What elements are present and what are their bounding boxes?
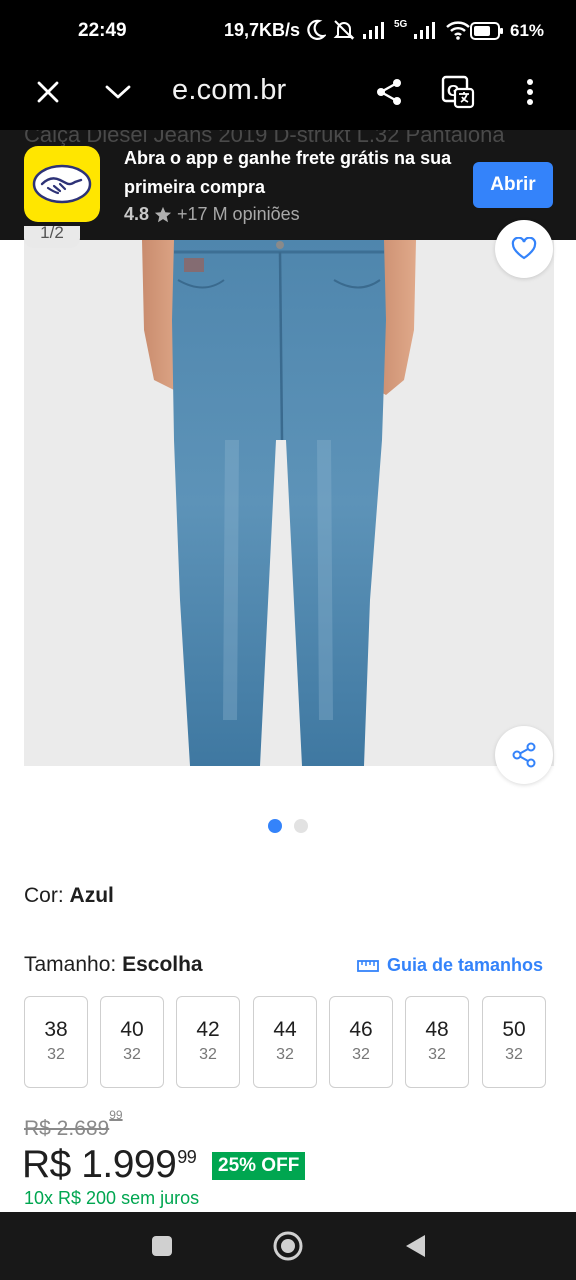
carousel-dot-1[interactable] — [268, 819, 282, 833]
size-guide-label: Guia de tamanhos — [387, 955, 544, 975]
close-icon — [37, 81, 59, 103]
translate-button[interactable]: G — [440, 74, 476, 110]
battery: 61% — [470, 21, 544, 41]
size-length: 32 — [199, 1046, 217, 1063]
original-price: R$ 2.68999 — [24, 1108, 123, 1141]
home-button[interactable] — [271, 1229, 305, 1263]
size-label-row: Tamanho: Escolha — [24, 953, 203, 977]
size-option-48[interactable]: 48 32 — [405, 996, 469, 1088]
banner-message: Abra o app e ganhe frete grátis na sua p… — [124, 148, 452, 197]
review-count: +17 M opiniões — [177, 204, 300, 224]
size-value: Escolha — [122, 953, 203, 976]
app-rating: 4.8 +17 M opiniões — [124, 204, 300, 225]
size-option-44[interactable]: 44 32 — [253, 996, 317, 1088]
product-image[interactable] — [24, 240, 554, 766]
size-length: 32 — [123, 1046, 141, 1063]
favorite-button[interactable] — [495, 220, 553, 278]
share-icon — [512, 742, 536, 768]
image-counter: 1/2 — [24, 224, 80, 248]
size-waist: 42 — [196, 1018, 220, 1041]
open-app-button[interactable]: Abrir — [473, 162, 553, 208]
color-label: Cor: — [24, 884, 64, 907]
size-waist: 50 — [502, 1018, 526, 1041]
size-label: Tamanho: — [24, 953, 117, 976]
handshake-icon — [32, 164, 92, 204]
battery-icon — [470, 22, 503, 40]
current-price-cents: 99 — [177, 1147, 197, 1167]
discount-badge: 25% OFF — [212, 1152, 306, 1180]
app-install-banner: Calça Diesel Jeans 2019 D-strukt L.32 Pa… — [0, 130, 576, 240]
status-time: 22:49 — [78, 20, 127, 41]
size-length: 32 — [505, 1046, 523, 1063]
size-option-42[interactable]: 42 32 — [176, 996, 240, 1088]
rating-score: 4.8 — [124, 204, 150, 224]
more-vertical-icon — [527, 79, 533, 105]
battery-level: 61% — [510, 21, 545, 40]
size-length: 32 — [352, 1046, 370, 1063]
chevron-down-icon — [105, 85, 131, 99]
star-icon — [154, 206, 172, 222]
installments-info: 10x R$ 200 sem juros — [24, 1188, 200, 1208]
carousel-indicator — [268, 819, 308, 833]
browser-toolbar: e.com.br G — [0, 62, 576, 130]
carousel-dot-2[interactable] — [294, 819, 308, 833]
collapse-button[interactable] — [100, 74, 136, 110]
close-tab-button[interactable] — [30, 74, 66, 110]
size-length: 32 — [47, 1046, 65, 1063]
network-type: 5G — [394, 18, 408, 30]
size-guide-link[interactable]: Guia de tamanhos — [357, 955, 543, 976]
wifi-icon — [446, 21, 471, 40]
color-value: Azul — [69, 884, 114, 907]
size-waist: 44 — [273, 1018, 297, 1041]
jeans-photo — [142, 240, 416, 766]
share-button[interactable] — [371, 74, 407, 110]
size-waist: 40 — [120, 1018, 144, 1041]
original-price-cents: 99 — [109, 1108, 123, 1122]
size-option-40[interactable]: 40 32 — [100, 996, 164, 1088]
recents-button[interactable] — [145, 1229, 179, 1263]
size-waist: 46 — [349, 1018, 373, 1041]
size-option-38[interactable]: 38 32 — [24, 996, 88, 1088]
size-waist: 48 — [425, 1018, 449, 1041]
heart-icon — [511, 237, 537, 260]
size-options: 38 32 40 32 42 32 44 32 46 32 48 32 50 3… — [24, 996, 548, 1088]
current-price-value: R$ 1.999 — [22, 1143, 177, 1186]
url-bar[interactable]: e.com.br — [172, 74, 286, 107]
more-options-button[interactable] — [512, 74, 548, 110]
original-price-value: R$ 2.689 — [24, 1117, 110, 1140]
mercado-livre-logo — [24, 146, 100, 222]
color-selector: Cor: Azul — [24, 884, 114, 908]
ruler-icon — [357, 959, 379, 972]
status-icons: 5G — [306, 18, 471, 42]
triangle-back-icon — [406, 1235, 425, 1257]
moon-icon — [307, 19, 326, 40]
signal-icon-2 — [414, 22, 436, 39]
status-bar: 22:49 19,7KB/s 5G 61% — [0, 0, 576, 62]
size-length: 32 — [428, 1046, 446, 1063]
back-button[interactable] — [398, 1229, 432, 1263]
share-icon — [377, 79, 401, 105]
circle-home-icon — [273, 1231, 303, 1261]
square-icon — [152, 1236, 172, 1256]
share-product-button[interactable] — [495, 726, 553, 784]
size-length: 32 — [276, 1046, 294, 1063]
system-navigation-bar — [0, 1212, 576, 1280]
size-option-46[interactable]: 46 32 — [329, 996, 393, 1088]
current-price: R$ 1.999 99 — [22, 1143, 197, 1187]
translate-icon: G — [441, 75, 475, 109]
size-waist: 38 — [44, 1018, 68, 1041]
size-option-50[interactable]: 50 32 — [482, 996, 546, 1088]
status-data-rate: 19,7KB/s — [224, 20, 301, 40]
signal-icon — [363, 22, 384, 39]
bell-muted-icon — [333, 20, 355, 40]
